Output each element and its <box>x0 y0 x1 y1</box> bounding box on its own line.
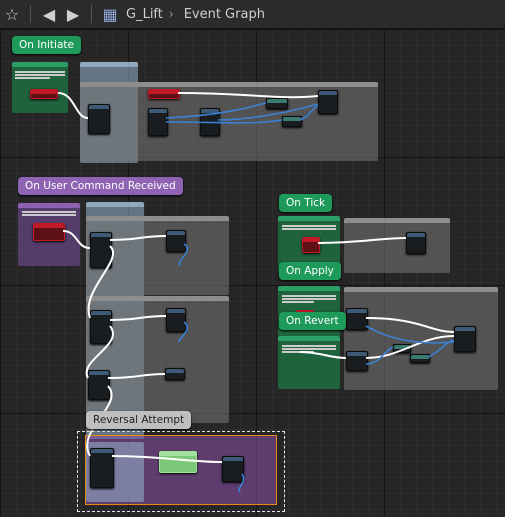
star-icon[interactable]: ☆ <box>0 2 24 26</box>
breadcrumb-separator-icon: › <box>168 7 174 21</box>
init-getter-node-b[interactable] <box>282 116 302 127</box>
forward-arrow-icon[interactable]: ▶ <box>61 2 85 26</box>
toolbar-divider <box>30 5 31 23</box>
command-target-node-3[interactable] <box>165 368 185 380</box>
init-getter-node-a[interactable] <box>266 98 288 109</box>
revert-comment-note <box>282 344 336 358</box>
command-target-node-2[interactable] <box>166 308 186 332</box>
command-switch-node-1[interactable] <box>90 232 112 268</box>
tick-output-node[interactable] <box>406 232 426 254</box>
apply-target-node[interactable] <box>346 308 368 330</box>
reversal-condition-node[interactable] <box>159 451 197 473</box>
on-apply-label[interactable]: On Apply <box>279 262 341 280</box>
toolbar-divider-2 <box>91 5 92 23</box>
revert-getter-node-b[interactable] <box>410 354 430 363</box>
reversal-output-node[interactable] <box>222 456 244 482</box>
on-initiate-comment-note <box>15 70 65 86</box>
revert-target-node[interactable] <box>346 351 368 371</box>
graph-icon: ▦ <box>102 4 118 24</box>
apply-comment-note <box>282 294 336 308</box>
on-tick-label[interactable]: On Tick <box>279 194 333 212</box>
init-node-a[interactable] <box>148 108 168 136</box>
on-user-command-label[interactable]: On User Command Received <box>18 177 183 195</box>
init-red-node[interactable] <box>148 89 180 99</box>
user-command-comment-note <box>22 210 76 222</box>
reversal-attempt-label[interactable]: Reversal Attempt <box>86 411 192 429</box>
toolbar: ☆ ◀ ▶ ▦ G_Lift › Event Graph <box>0 0 505 29</box>
on-initiate-label[interactable]: On Initiate <box>12 36 81 54</box>
revert-getter-node-a[interactable] <box>393 344 411 353</box>
user-command-event-node[interactable] <box>33 223 65 241</box>
apply-output-node[interactable] <box>454 326 476 352</box>
command-switch-node-2[interactable] <box>90 310 112 344</box>
tick-comment-note <box>282 224 336 236</box>
init-sequence-node[interactable] <box>88 104 110 134</box>
tick-event-node[interactable] <box>302 237 320 253</box>
command-target-node-1[interactable] <box>166 230 186 252</box>
back-arrow-icon[interactable]: ◀ <box>37 2 61 26</box>
init-event-node[interactable] <box>30 89 58 99</box>
on-revert-label[interactable]: On Revert <box>279 312 346 330</box>
init-output-node[interactable] <box>318 90 338 114</box>
breadcrumb-current[interactable]: Event Graph <box>184 7 265 22</box>
command-switch-node-3[interactable] <box>88 370 110 400</box>
breadcrumb-graph[interactable]: G_Lift <box>126 7 163 22</box>
init-node-b[interactable] <box>200 108 220 136</box>
reversal-switch-node[interactable] <box>90 448 114 488</box>
tick-grey-comment[interactable] <box>344 218 450 273</box>
